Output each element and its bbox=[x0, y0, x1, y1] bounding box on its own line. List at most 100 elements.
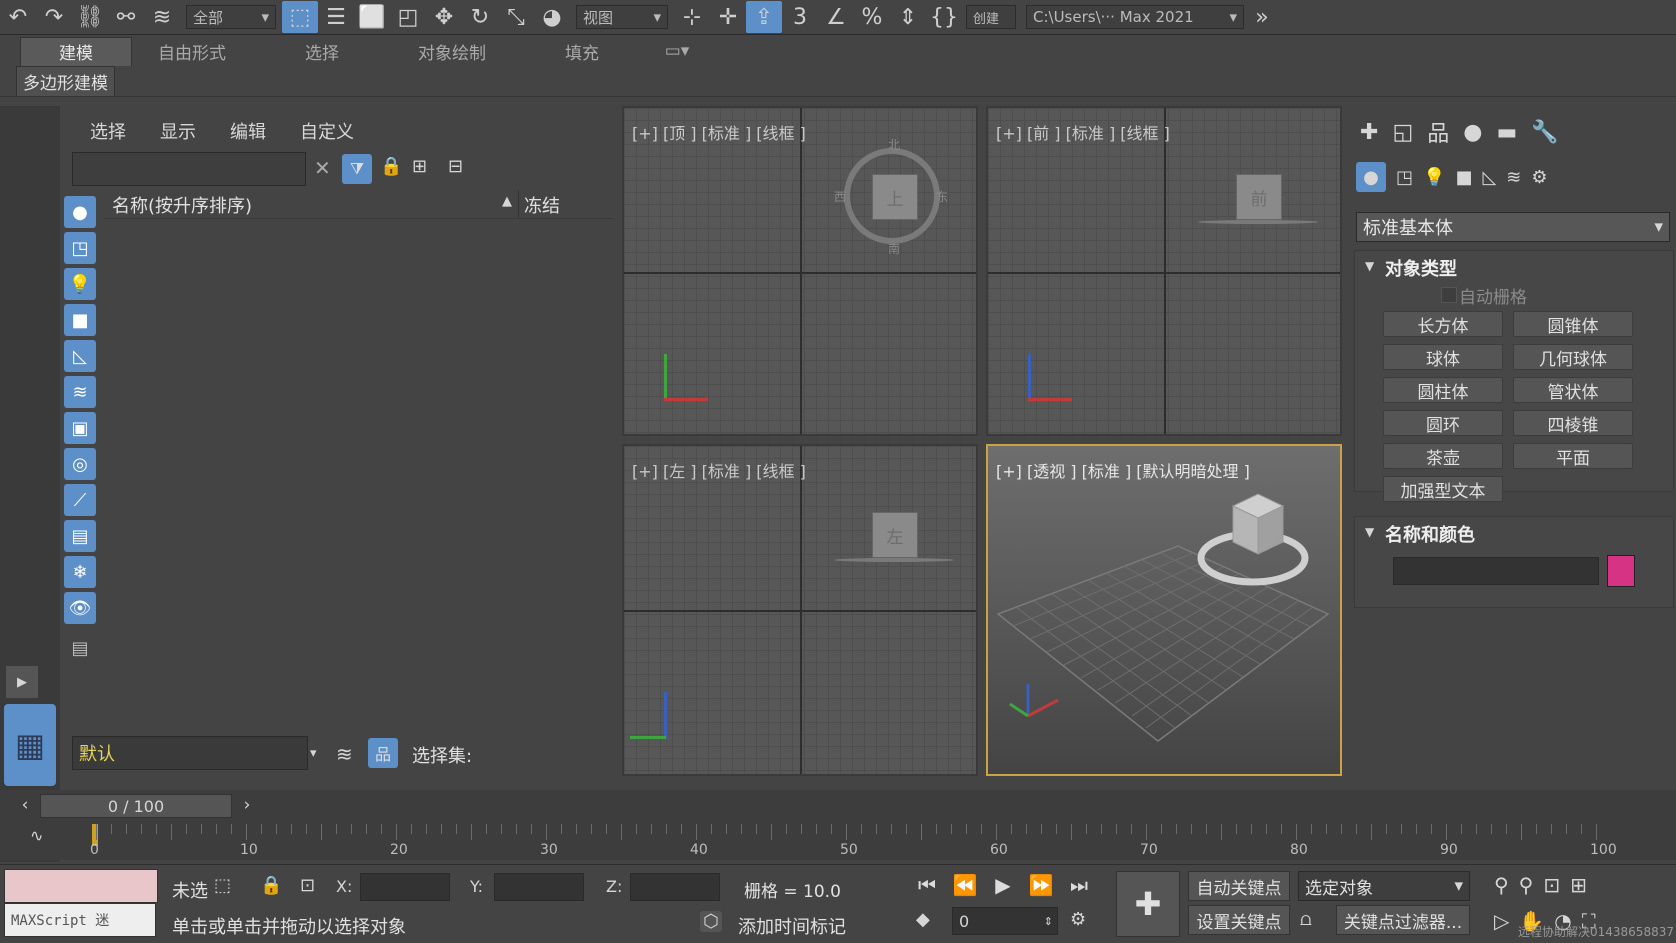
overflow-icon[interactable]: » bbox=[1244, 1, 1280, 33]
layer-explorer-icon[interactable]: ≋ bbox=[336, 742, 353, 766]
motion-tab-icon[interactable]: ● bbox=[1463, 120, 1482, 145]
hidden-filter-icon[interactable]: 👁 bbox=[64, 592, 96, 624]
cone-button[interactable]: 圆锥体 bbox=[1513, 311, 1633, 337]
key-mode-toggle-icon[interactable]: ⩍ bbox=[1300, 909, 1312, 930]
spacewarps-category-icon[interactable]: ≋ bbox=[1506, 167, 1521, 188]
key-target-dropdown[interactable]: 选定对象 ▾ bbox=[1298, 871, 1470, 901]
name-color-title[interactable]: 名称和颜色 bbox=[1385, 521, 1475, 547]
lights-category-icon[interactable]: 💡 bbox=[1423, 167, 1445, 188]
geometry-filter-icon[interactable]: ● bbox=[64, 196, 96, 228]
go-to-end-icon[interactable]: ⏭ bbox=[1062, 873, 1096, 897]
maxscript-listener-top[interactable] bbox=[4, 869, 158, 903]
shapes-category-icon[interactable]: ◳ bbox=[1396, 167, 1413, 188]
ribbon-options-icon[interactable]: ▭▾ bbox=[652, 37, 702, 65]
prev-key-icon[interactable]: ⏪ bbox=[948, 873, 982, 897]
groups-filter-icon[interactable]: ▣ bbox=[64, 412, 96, 444]
current-frame-input[interactable]: 0 ⇕ bbox=[952, 907, 1058, 935]
display-tab-icon[interactable]: ▬ bbox=[1496, 120, 1517, 145]
list-view-icon[interactable]: ▤ bbox=[64, 632, 96, 664]
y-coord-input[interactable] bbox=[494, 873, 584, 901]
rect-selection-icon[interactable]: ⬜ bbox=[354, 1, 390, 33]
chevron-down-icon[interactable]: ▾ bbox=[310, 746, 317, 761]
viewport-top-label[interactable]: [+] [顶 ] [标准 ] [线框 ] bbox=[632, 120, 806, 144]
edit-named-sel-icon[interactable]: {} bbox=[926, 1, 962, 33]
sphere-button[interactable]: 球体 bbox=[1383, 344, 1503, 370]
tube-button[interactable]: 管状体 bbox=[1513, 377, 1633, 403]
primitive-type-dropdown[interactable]: 标准基本体 ▾ bbox=[1356, 212, 1670, 242]
time-slider[interactable]: 0 / 100 bbox=[40, 794, 232, 818]
zoom-all-icon[interactable]: ⚲ bbox=[1519, 873, 1534, 897]
lock-icon[interactable]: 🔒 bbox=[380, 156, 402, 177]
menu-edit[interactable]: 编辑 bbox=[230, 118, 266, 144]
time-tag-icon[interactable]: ⬡ bbox=[700, 911, 722, 932]
pyramid-button[interactable]: 四棱锥 bbox=[1513, 410, 1633, 436]
object-type-title[interactable]: 对象类型 bbox=[1385, 255, 1457, 281]
set-key-button[interactable]: 设置关键点 bbox=[1188, 905, 1290, 935]
auto-key-button[interactable]: 自动关键点 bbox=[1188, 871, 1290, 901]
spinner-icon[interactable]: ⇕ bbox=[1044, 915, 1053, 928]
menu-display[interactable]: 显示 bbox=[160, 118, 196, 144]
column-name[interactable]: 名称(按升序排序) bbox=[112, 192, 252, 218]
geometry-category-icon[interactable]: ● bbox=[1356, 162, 1386, 192]
viewport-left[interactable]: [+] [左 ] [标准 ] [线框 ] 左 bbox=[622, 444, 978, 776]
z-coord-input[interactable] bbox=[630, 873, 720, 901]
window-crossing-icon[interactable]: ◰ bbox=[390, 1, 426, 33]
clear-search-icon[interactable]: ✕ bbox=[314, 156, 331, 180]
expand-icon[interactable]: ▶ bbox=[6, 666, 38, 698]
systems-category-icon[interactable]: ⚙ bbox=[1531, 167, 1547, 188]
menu-select[interactable]: 选择 bbox=[90, 118, 126, 144]
layer-dropdown[interactable]: 默认 bbox=[72, 736, 308, 770]
select-by-name-icon[interactable]: ☰ bbox=[318, 1, 354, 33]
spacewarps-filter-icon[interactable]: ≋ bbox=[64, 376, 96, 408]
bones-filter-icon[interactable]: ⟋ bbox=[64, 484, 96, 516]
unlink-icon[interactable]: ⚯ bbox=[108, 1, 144, 33]
key-filters-button[interactable]: 关键点过滤器... bbox=[1336, 905, 1470, 935]
viewport-layout-icon[interactable]: ▦ bbox=[4, 704, 56, 786]
isolate-icon[interactable]: ⬚ bbox=[214, 875, 231, 896]
prev-frame-icon[interactable]: ‹ bbox=[14, 794, 36, 816]
pivot-center-icon[interactable]: ⊹ bbox=[674, 1, 710, 33]
next-key-icon[interactable]: ⏩ bbox=[1024, 873, 1058, 897]
add-time-tag[interactable]: 添加时间标记 bbox=[738, 913, 846, 939]
cameras-category-icon[interactable]: ■ bbox=[1455, 167, 1472, 188]
textplus-button[interactable]: 加强型文本 bbox=[1383, 476, 1503, 502]
shapes-filter-icon[interactable]: ◳ bbox=[64, 232, 96, 264]
object-name-input[interactable] bbox=[1393, 557, 1599, 585]
filter-icon[interactable]: ⧩ bbox=[342, 154, 372, 184]
track-bar[interactable]: ∿ 0 10 20 30 40 50 60 70 80 90 100 bbox=[0, 820, 1676, 860]
zoom-extents-all-icon[interactable]: ⊞ bbox=[1570, 873, 1587, 897]
lights-filter-icon[interactable]: 💡 bbox=[64, 268, 96, 300]
tab-modeling[interactable]: 建模 bbox=[20, 36, 132, 66]
cylinder-button[interactable]: 圆柱体 bbox=[1383, 377, 1503, 403]
box-button[interactable]: 长方体 bbox=[1383, 311, 1503, 337]
viewcube[interactable]: 前 bbox=[1236, 174, 1282, 220]
helpers-filter-icon[interactable]: ◺ bbox=[64, 340, 96, 372]
link-icon[interactable]: ⛓ bbox=[72, 1, 108, 33]
tab-selection[interactable]: 选择 bbox=[252, 37, 392, 65]
move-icon[interactable]: ✥ bbox=[426, 1, 462, 33]
collapse-icon[interactable]: ▼ bbox=[1365, 259, 1374, 273]
utilities-tab-icon[interactable]: 🔧 bbox=[1531, 120, 1558, 145]
select-manipulate-icon[interactable]: ✛ bbox=[710, 1, 746, 33]
geosphere-button[interactable]: 几何球体 bbox=[1513, 344, 1633, 370]
maxscript-input[interactable]: MAXScript 迷 bbox=[4, 903, 156, 937]
lock-selection-icon[interactable]: 🔒 bbox=[260, 875, 282, 896]
hierarchy-tab-icon[interactable]: 品 bbox=[1427, 116, 1449, 148]
frozen-filter-icon[interactable]: ❄ bbox=[64, 556, 96, 588]
absolute-mode-icon[interactable]: ⊡ bbox=[300, 875, 315, 896]
percent-snap-icon[interactable]: % bbox=[854, 1, 890, 33]
set-key-big-button[interactable]: ✚ bbox=[1116, 871, 1180, 937]
viewcube[interactable]: 上 bbox=[872, 174, 918, 220]
modify-tab-icon[interactable]: ◱ bbox=[1392, 120, 1413, 145]
curve-editor-icon[interactable]: ∿ bbox=[30, 826, 43, 845]
select-object-icon[interactable]: ⬚ bbox=[282, 1, 318, 33]
next-frame-icon[interactable]: › bbox=[236, 794, 258, 816]
tab-freeform[interactable]: 自由形式 bbox=[132, 37, 252, 65]
x-coord-input[interactable] bbox=[360, 873, 450, 901]
column-frozen[interactable]: 冻结 bbox=[524, 192, 560, 218]
key-mode-icon[interactable]: ◆ bbox=[916, 909, 930, 930]
xrefs-filter-icon[interactable]: ◎ bbox=[64, 448, 96, 480]
hierarchy-collapse-icon[interactable]: ⊟ bbox=[448, 156, 463, 177]
create-tab-icon[interactable]: ✚ bbox=[1360, 120, 1378, 145]
autogrid-checkbox[interactable] bbox=[1441, 287, 1457, 303]
